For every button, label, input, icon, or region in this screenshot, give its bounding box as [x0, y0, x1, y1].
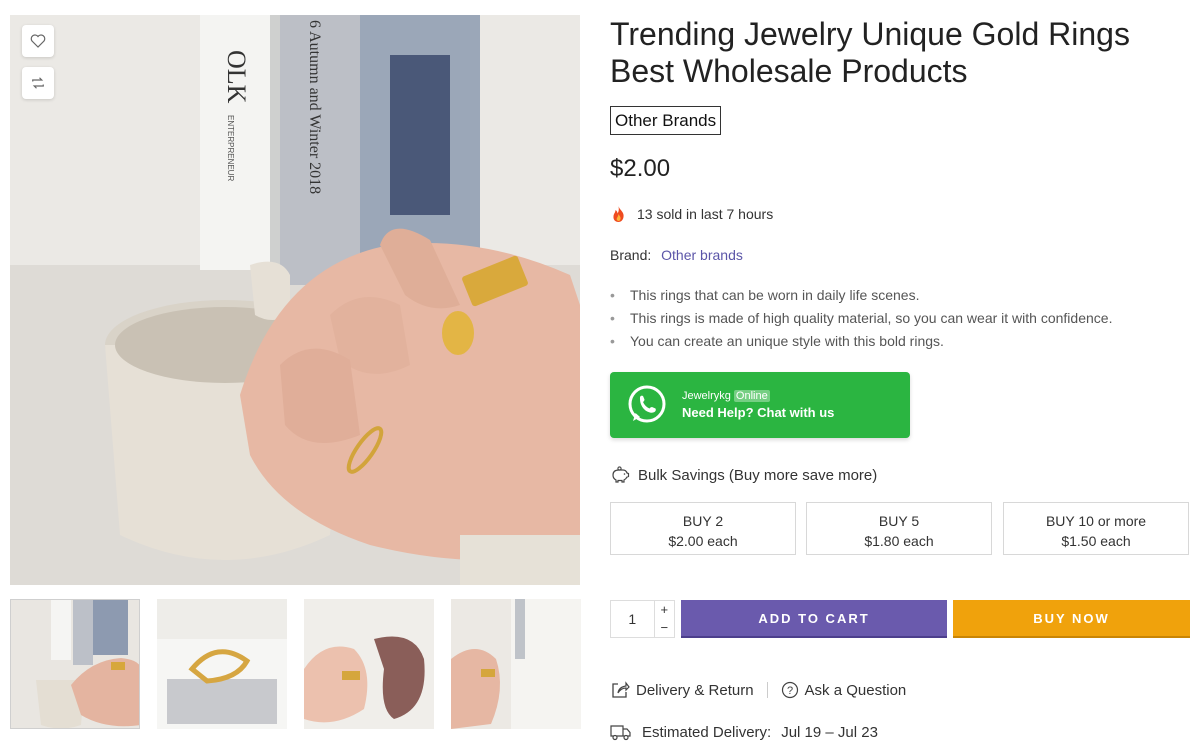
compare-button[interactable]: [22, 67, 54, 99]
brand-tag[interactable]: Other Brands: [610, 106, 722, 135]
product-photo: OLK ENTERPRENEUR 6 Autumn and Winter 201…: [10, 15, 580, 585]
quantity-stepper: 1 + −: [610, 600, 675, 638]
brand-line: Brand: Other brands: [610, 247, 743, 263]
tier-price: $1.50 each: [1061, 533, 1131, 549]
share-icon: [612, 681, 630, 698]
book-spine-1-text: OLK: [222, 50, 251, 104]
chat-cta-label: Need Help? Chat with us: [682, 405, 835, 420]
compare-icon: [32, 77, 44, 89]
tier-qty: BUY 2: [682, 513, 724, 529]
thumbnail-image: [304, 599, 434, 729]
book-subtitle-text: ENTERPRENEUR: [226, 115, 235, 181]
bulk-tier-buy-5[interactable]: BUY 5 $1.80 each: [806, 502, 992, 555]
wishlist-button[interactable]: [22, 25, 54, 57]
fire-icon: [613, 206, 624, 222]
delivery-label: Estimated Delivery:: [642, 723, 772, 741]
thumbnail-image: [11, 600, 139, 728]
bulk-tier-buy-2[interactable]: BUY 2 $2.00 each: [610, 502, 796, 555]
feature-item: This rings is made of high quality mater…: [610, 307, 1112, 330]
tier-price: $1.80 each: [864, 533, 934, 549]
thumbnail-4[interactable]: [451, 599, 581, 729]
thumbnail-1[interactable]: [10, 599, 140, 729]
thumbnail-strip: [10, 599, 581, 730]
feature-list: This rings that can be worn in daily lif…: [610, 284, 1112, 353]
thumbnail-3[interactable]: [304, 599, 434, 729]
chat-agent-name: Jewelrykg: [682, 390, 731, 402]
sold-text: 13 sold in last 7 hours: [637, 206, 774, 222]
heart-icon: [30, 34, 46, 48]
sold-counter: 13 sold in last 7 hours: [610, 205, 773, 223]
tier-qty: BUY 5: [878, 513, 920, 529]
online-status-badge: Online: [733, 390, 770, 402]
question-icon: ?: [781, 681, 798, 699]
product-links: Delivery & Return ? Ask a Question: [610, 680, 906, 700]
truck-icon: [610, 725, 631, 741]
piggy-bank-icon: [612, 466, 630, 483]
thumbnail-image: [157, 599, 287, 729]
quantity-increase-button[interactable]: +: [655, 601, 674, 619]
brand-link[interactable]: Other brands: [661, 247, 743, 263]
ask-question-link[interactable]: ? Ask a Question: [781, 681, 907, 699]
tier-qty: BUY 10 or more: [1045, 513, 1147, 529]
bulk-savings-text: Bulk Savings (Buy more save more): [638, 466, 878, 484]
ask-question-label: Ask a Question: [804, 681, 907, 699]
delivery-return-label: Delivery & Return: [636, 681, 754, 699]
feature-item: This rings that can be worn in daily lif…: [610, 284, 1112, 307]
quantity-steps: + −: [653, 601, 674, 637]
feature-item: You can create an unique style with this…: [610, 330, 1112, 353]
bulk-tier-buy-10[interactable]: BUY 10 or more $1.50 each: [1003, 502, 1189, 555]
main-product-image[interactable]: OLK ENTERPRENEUR 6 Autumn and Winter 201…: [10, 15, 580, 585]
product-title: Trending Jewelry Unique Gold Rings Best …: [610, 16, 1130, 89]
svg-text:?: ?: [786, 685, 792, 697]
whatsapp-icon: [628, 385, 666, 423]
link-divider: [766, 682, 768, 698]
chat-text: Jewelrykg Online Need Help? Chat with us: [682, 390, 834, 420]
add-to-cart-button[interactable]: ADD TO CART: [681, 600, 947, 638]
chat-agent-line: Jewelrykg Online: [682, 390, 834, 402]
book-spine-2-text: 6 Autumn and Winter 2018: [306, 20, 323, 194]
quantity-decrease-button[interactable]: −: [655, 619, 674, 637]
bulk-savings-heading: Bulk Savings (Buy more save more): [610, 466, 877, 484]
delivery-return-link[interactable]: Delivery & Return: [610, 680, 754, 700]
buy-now-button[interactable]: BUY NOW: [953, 600, 1190, 638]
estimated-delivery: Estimated Delivery: Jul 19 – Jul 23: [610, 723, 878, 741]
thumbnail-image: [451, 599, 581, 729]
thumbnail-2[interactable]: [157, 599, 287, 729]
quantity-input[interactable]: 1: [611, 601, 654, 637]
product-price: $2.00: [610, 155, 671, 182]
whatsapp-chat-button[interactable]: Jewelrykg Online Need Help? Chat with us: [610, 372, 910, 438]
brand-label: Brand:: [610, 247, 652, 263]
tier-price: $2.00 each: [668, 533, 738, 549]
delivery-range: Jul 19 – Jul 23: [781, 723, 878, 741]
